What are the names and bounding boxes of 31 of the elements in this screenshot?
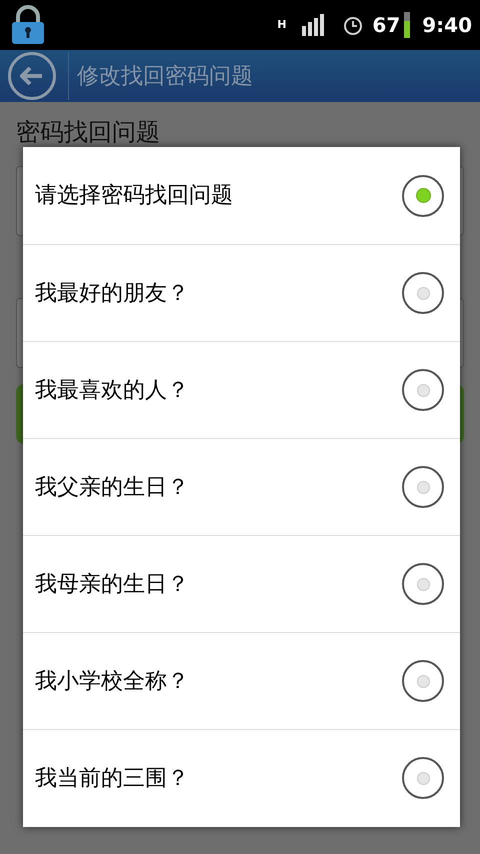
question-option[interactable]: 我最好的朋友？ xyxy=(23,244,460,341)
option-label: 我父亲的生日？ xyxy=(35,474,190,502)
question-option[interactable]: 我当前的三围？ xyxy=(23,729,460,826)
option-label: 请选择密码找回问题 xyxy=(35,182,234,210)
radio-button[interactable] xyxy=(402,466,444,508)
option-label: 我当前的三围？ xyxy=(35,764,190,792)
back-arrow-icon xyxy=(20,67,44,85)
radio-button[interactable] xyxy=(402,272,444,314)
radio-button[interactable] xyxy=(402,660,444,702)
clock-text: 9:40 xyxy=(422,12,472,39)
alarm-clock-icon xyxy=(342,14,364,36)
radio-button[interactable] xyxy=(402,174,444,216)
question-option[interactable]: 我小学校全称？ xyxy=(23,632,460,729)
question-option[interactable]: 我最喜欢的人？ xyxy=(23,341,460,438)
battery-icon xyxy=(404,12,410,38)
question-option[interactable]: 我父亲的生日？ xyxy=(23,438,460,535)
back-button[interactable] xyxy=(8,52,56,100)
battery-percent-text: 67 xyxy=(372,12,400,39)
option-label: 我最喜欢的人？ xyxy=(35,376,190,404)
field-label: 密码找回问题 xyxy=(16,117,161,148)
option-label: 我母亲的生日？ xyxy=(35,570,190,598)
radio-button[interactable] xyxy=(402,757,444,799)
radio-button[interactable] xyxy=(402,563,444,605)
radio-button[interactable] xyxy=(402,369,444,411)
question-option[interactable]: 请选择密码找回问题 xyxy=(23,147,460,244)
network-type-text: H xyxy=(277,16,286,33)
question-option[interactable]: 我母亲的生日？ xyxy=(23,535,460,632)
option-label: 我最好的朋友？ xyxy=(35,280,190,308)
signal-icon xyxy=(302,14,326,36)
page-title: 修改找回密码问题 xyxy=(77,62,253,90)
option-label: 我小学校全称？ xyxy=(35,668,190,696)
